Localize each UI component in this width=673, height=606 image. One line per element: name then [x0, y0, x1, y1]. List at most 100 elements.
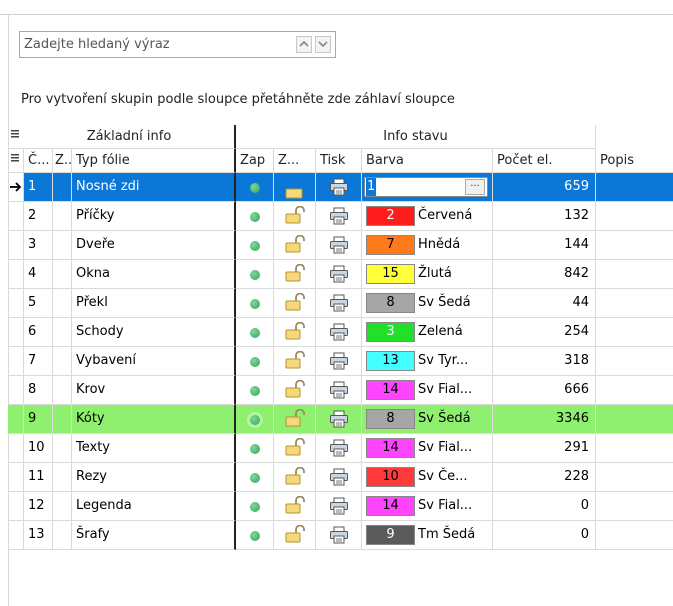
- layer-description[interactable]: [596, 434, 673, 463]
- color-cell[interactable]: 9 Tm Šedá: [362, 521, 493, 550]
- visibility-cell[interactable]: [236, 492, 274, 521]
- lock-cell[interactable]: [274, 173, 316, 202]
- unlock-icon[interactable]: [284, 234, 306, 259]
- print-cell[interactable]: [316, 231, 362, 260]
- layer-type[interactable]: Rezy: [72, 463, 236, 492]
- printer-icon[interactable]: [329, 265, 349, 288]
- printer-icon[interactable]: [329, 439, 349, 462]
- lock-cell[interactable]: [274, 202, 316, 231]
- visible-status-icon[interactable]: [250, 502, 260, 512]
- visible-status-icon[interactable]: [250, 270, 260, 280]
- layer-type[interactable]: Dveře: [72, 231, 236, 260]
- print-cell[interactable]: [316, 260, 362, 289]
- print-cell[interactable]: [316, 521, 362, 550]
- visible-status-icon[interactable]: [250, 357, 260, 367]
- visibility-cell[interactable]: [236, 289, 274, 318]
- lock-cell[interactable]: [274, 289, 316, 318]
- layer-type[interactable]: Kóty: [72, 405, 236, 434]
- column-header-z[interactable]: Z..: [53, 149, 72, 173]
- color-cell[interactable]: 14 Sv Fial...: [362, 492, 493, 521]
- visible-status-icon[interactable]: [250, 444, 260, 454]
- visible-status-icon[interactable]: [250, 299, 260, 309]
- lock-cell[interactable]: [274, 318, 316, 347]
- column-header-type[interactable]: Typ fólie: [72, 149, 236, 173]
- visible-status-icon[interactable]: [250, 473, 260, 483]
- layer-type[interactable]: Legenda: [72, 492, 236, 521]
- printer-icon[interactable]: [329, 410, 349, 433]
- layer-type[interactable]: Šrafy: [72, 521, 236, 550]
- unlock-icon[interactable]: [284, 495, 306, 520]
- unlock-icon[interactable]: [284, 321, 306, 346]
- column-header-print[interactable]: Tisk: [316, 149, 362, 173]
- band-header-basic[interactable]: Základní info: [24, 125, 236, 149]
- unlock-icon[interactable]: [284, 408, 306, 433]
- column-chooser-icon[interactable]: [8, 149, 24, 173]
- layer-type[interactable]: Okna: [72, 260, 236, 289]
- visible-status-icon[interactable]: [250, 212, 260, 222]
- lock-cell[interactable]: [274, 376, 316, 405]
- layer-type[interactable]: Vybavení: [72, 347, 236, 376]
- layer-description[interactable]: [596, 492, 673, 521]
- print-cell[interactable]: [316, 376, 362, 405]
- visibility-cell[interactable]: [236, 463, 274, 492]
- layer-description[interactable]: [596, 521, 673, 550]
- color-cell[interactable]: 7 Hnědá: [362, 231, 493, 260]
- layer-type[interactable]: Příčky: [72, 202, 236, 231]
- print-cell[interactable]: [316, 289, 362, 318]
- color-cell[interactable]: 1 ···: [362, 173, 493, 202]
- color-cell[interactable]: 10 Sv Če...: [362, 463, 493, 492]
- color-picker-button[interactable]: ···: [465, 179, 485, 195]
- visibility-cell[interactable]: [236, 260, 274, 289]
- column-header-lock[interactable]: Z...: [274, 149, 316, 173]
- visible-status-icon[interactable]: [250, 531, 260, 541]
- search-input[interactable]: [24, 35, 284, 54]
- layer-description[interactable]: [596, 173, 673, 202]
- search-box[interactable]: [19, 31, 336, 58]
- layer-description[interactable]: [596, 231, 673, 260]
- layer-description[interactable]: [596, 202, 673, 231]
- visibility-cell[interactable]: [236, 376, 274, 405]
- visibility-cell[interactable]: [236, 231, 274, 260]
- print-cell[interactable]: [316, 347, 362, 376]
- color-cell[interactable]: 13 Sv Tyr...: [362, 347, 493, 376]
- column-header-count[interactable]: Počet el.: [493, 149, 596, 173]
- printer-icon[interactable]: [329, 323, 349, 346]
- band-chooser-icon[interactable]: [8, 125, 24, 149]
- visible-status-icon[interactable]: [250, 415, 260, 425]
- column-header-description[interactable]: Popis: [596, 149, 673, 173]
- printer-icon[interactable]: [329, 526, 349, 549]
- layer-type[interactable]: Schody: [72, 318, 236, 347]
- layer-type[interactable]: Nosné zdi: [72, 173, 236, 202]
- color-cell[interactable]: 15 Žlutá: [362, 260, 493, 289]
- column-header-color[interactable]: Barva: [362, 149, 493, 173]
- visibility-cell[interactable]: [236, 318, 274, 347]
- print-cell[interactable]: [316, 318, 362, 347]
- color-cell[interactable]: 14 Sv Fial...: [362, 434, 493, 463]
- visibility-cell[interactable]: [236, 434, 274, 463]
- color-cell[interactable]: 8 Sv Šedá: [362, 405, 493, 434]
- layer-description[interactable]: [596, 463, 673, 492]
- lock-cell[interactable]: [274, 521, 316, 550]
- band-header-status[interactable]: Info stavu: [236, 125, 596, 149]
- layer-description[interactable]: [596, 260, 673, 289]
- color-cell[interactable]: 14 Sv Fial...: [362, 376, 493, 405]
- lock-cell[interactable]: [274, 463, 316, 492]
- printer-icon[interactable]: [329, 468, 349, 491]
- color-cell[interactable]: 2 Červená: [362, 202, 493, 231]
- unlock-icon[interactable]: [284, 292, 306, 317]
- print-cell[interactable]: [316, 405, 362, 434]
- print-cell[interactable]: [316, 434, 362, 463]
- lock-cell[interactable]: [274, 347, 316, 376]
- visibility-cell[interactable]: [236, 347, 274, 376]
- layer-type[interactable]: Texty: [72, 434, 236, 463]
- column-header-zap[interactable]: Zap: [236, 149, 274, 173]
- lock-cell[interactable]: [274, 405, 316, 434]
- column-header-number[interactable]: Č...: [24, 149, 53, 173]
- next-match-button[interactable]: [315, 36, 331, 53]
- layer-type[interactable]: Krov: [72, 376, 236, 405]
- visible-status-icon[interactable]: [250, 241, 260, 251]
- layer-description[interactable]: [596, 376, 673, 405]
- print-cell[interactable]: [316, 492, 362, 521]
- visibility-cell[interactable]: [236, 405, 274, 434]
- layer-description[interactable]: [596, 318, 673, 347]
